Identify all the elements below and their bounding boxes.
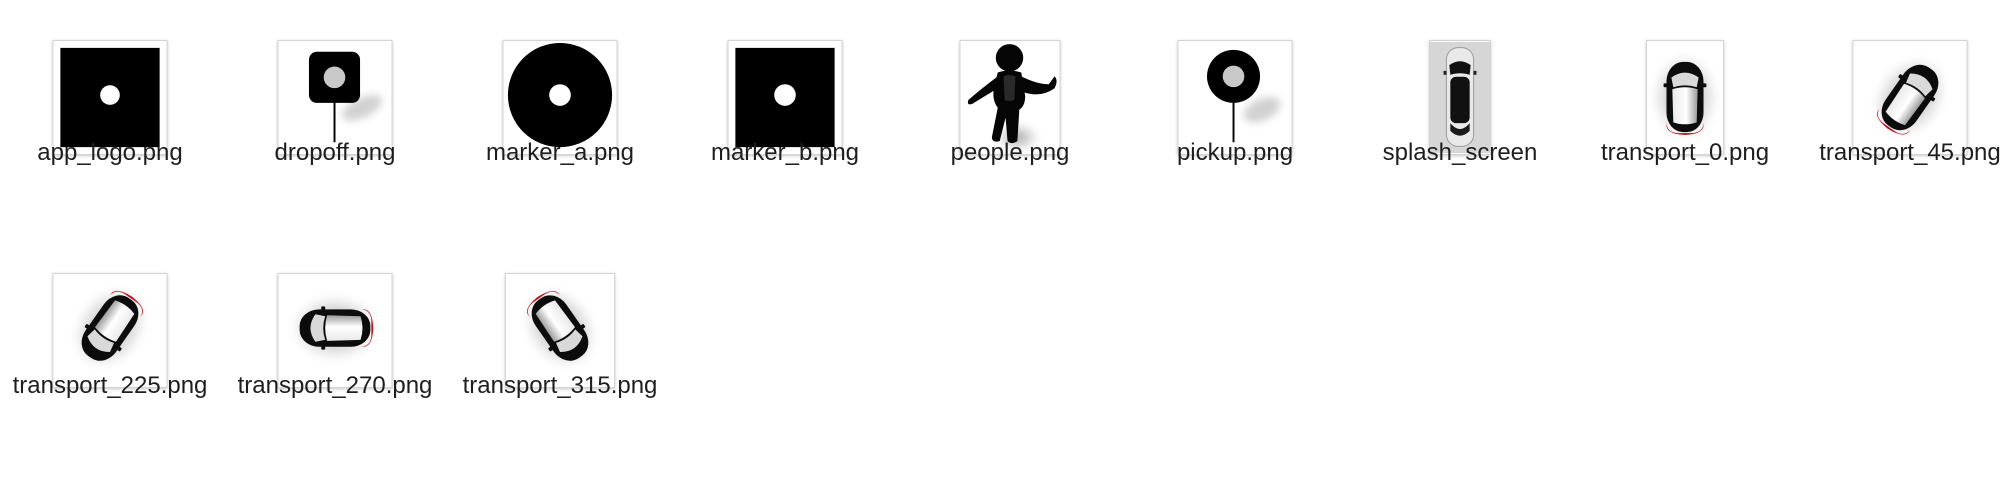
file-name-label: transport_270.png bbox=[237, 372, 433, 399]
file-item-marker-b[interactable]: marker_b.png bbox=[675, 0, 895, 210]
file-name-label: transport_315.png bbox=[462, 372, 658, 399]
file-name-label: people.png bbox=[950, 139, 1070, 166]
file-name-label: app_logo.png bbox=[37, 139, 183, 166]
file-item-dropoff[interactable]: dropoff.png bbox=[225, 0, 445, 210]
file-name-label: dropoff.png bbox=[274, 139, 396, 166]
file-item-transport-315[interactable]: transport_315.png bbox=[450, 233, 670, 443]
file-item-transport-45[interactable]: transport_45.png bbox=[1800, 0, 2012, 210]
file-item-splash-screen[interactable]: splash_screen bbox=[1350, 0, 1570, 210]
file-name-label: transport_45.png bbox=[1819, 139, 2001, 166]
file-name-label: marker_b.png bbox=[710, 139, 860, 166]
file-icon-grid: app_logo.png dropoff.png marker_a.png ma… bbox=[0, 0, 2012, 478]
file-item-transport-225[interactable]: transport_225.png bbox=[0, 233, 220, 443]
file-name-label: pickup.png bbox=[1176, 139, 1294, 166]
file-item-transport-0[interactable]: transport_0.png bbox=[1575, 0, 1795, 210]
file-item-people[interactable]: people.png bbox=[900, 0, 1120, 210]
file-item-app-logo[interactable]: app_logo.png bbox=[0, 0, 220, 210]
file-name-label: transport_225.png bbox=[12, 372, 208, 399]
file-name-label: splash_screen bbox=[1382, 139, 1538, 166]
file-item-transport-270[interactable]: transport_270.png bbox=[225, 233, 445, 443]
file-item-pickup[interactable]: pickup.png bbox=[1125, 0, 1345, 210]
file-name-label: marker_a.png bbox=[485, 139, 635, 166]
file-name-label: transport_0.png bbox=[1600, 139, 1770, 166]
file-item-marker-a[interactable]: marker_a.png bbox=[450, 0, 670, 210]
